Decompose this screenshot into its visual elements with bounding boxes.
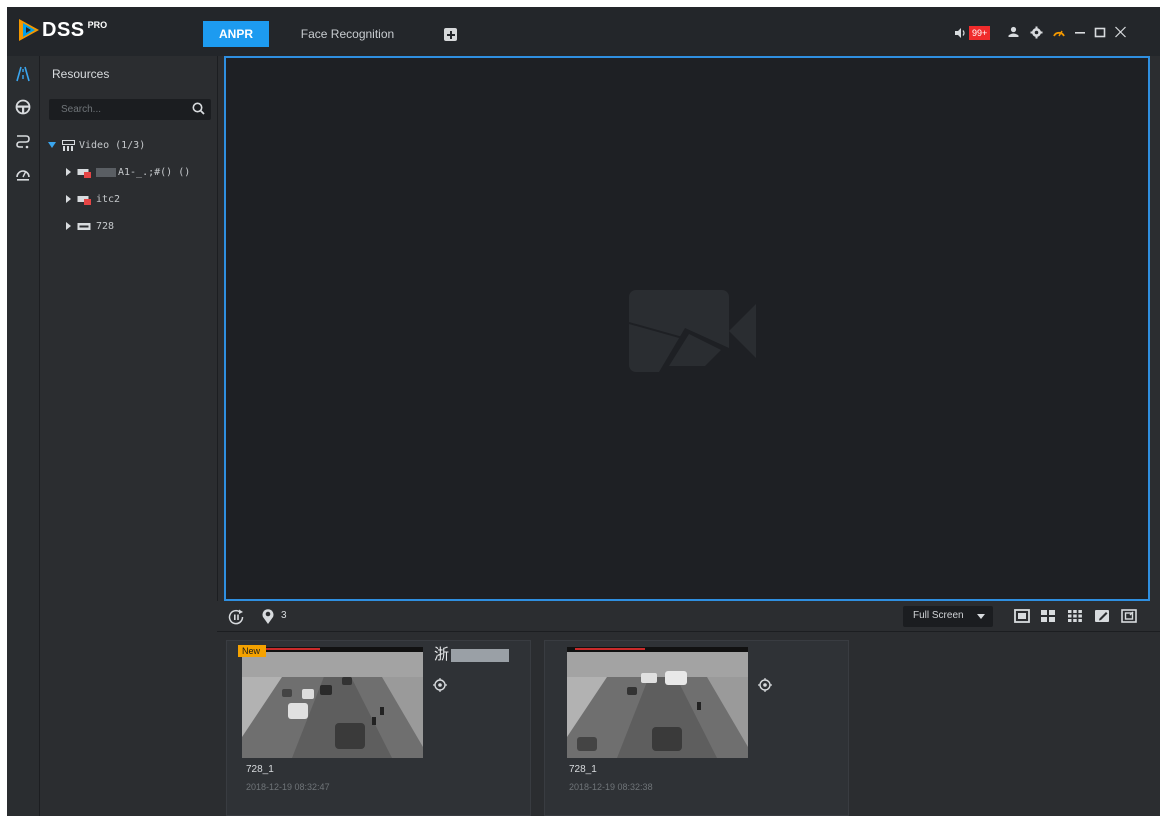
video-group-icon [62, 139, 75, 151]
speed-gauge-icon [16, 170, 30, 181]
user-icon[interactable] [1007, 26, 1020, 39]
capture-channel-name: 728_1 [569, 764, 597, 775]
collapse-arrow-icon[interactable] [66, 222, 71, 230]
tree-node-device-2[interactable]: itc2 [66, 191, 120, 207]
sidebar-item-speed[interactable] [13, 164, 33, 184]
overlay-caption [575, 648, 645, 650]
tree-node-device-3[interactable]: 728 [66, 218, 114, 234]
add-tab-button[interactable] [444, 28, 457, 41]
control-bar: 3 Full Screen [217, 601, 1160, 632]
logo-icon [19, 19, 39, 41]
video-placeholder-icon [629, 290, 756, 372]
left-nav-rail [7, 56, 40, 816]
search-icon[interactable] [192, 102, 205, 116]
logo-superscript: PRO [87, 20, 108, 30]
capture-card[interactable]: New 浙 728_1 2018-12-19 08:32:47 [226, 640, 531, 816]
tab-anpr[interactable]: ANPR [203, 21, 269, 47]
search-box [49, 99, 211, 120]
maximize-icon[interactable] [1094, 26, 1106, 39]
fullscreen-icon [1121, 609, 1137, 623]
steering-wheel-icon [15, 99, 31, 115]
route-icon [16, 135, 30, 149]
location-pin-icon[interactable] [261, 608, 275, 625]
new-badge: New [238, 645, 267, 657]
locate-icon[interactable] [758, 678, 772, 692]
capture-snapshot[interactable] [242, 647, 423, 758]
minimize-icon[interactable] [1074, 26, 1086, 39]
traffic-snapshot-image [567, 647, 748, 758]
anpr-camera-red-icon [77, 195, 91, 205]
road-view-icon [16, 66, 30, 82]
alarm-group[interactable]: 99+ [954, 23, 991, 43]
layout-4-button[interactable] [1039, 607, 1057, 625]
logo-text: DSS [42, 18, 85, 41]
tree-root-video[interactable]: Video (1/3) [48, 137, 145, 153]
collapse-arrow-icon[interactable] [66, 195, 71, 203]
masked-plate [451, 648, 510, 662]
masked-text [96, 167, 116, 177]
capture-channel-name: 728_1 [246, 764, 274, 775]
exit-fullscreen-button[interactable] [1120, 607, 1138, 625]
edit-icon [1095, 610, 1109, 622]
capture-list: New 浙 728_1 2018-12-19 08:32:47 728_1 20… [217, 632, 1160, 816]
alarm-count-badge: 99+ [969, 26, 991, 40]
capture-snapshot[interactable] [567, 647, 748, 758]
chevron-down-icon [977, 614, 985, 619]
plate-province: 浙 [434, 646, 450, 663]
search-input[interactable] [49, 99, 191, 120]
four-grid-icon [1041, 610, 1055, 622]
gear-icon[interactable] [1030, 26, 1043, 39]
speaker-icon [955, 28, 965, 38]
sidebar-item-vehicle[interactable] [13, 97, 33, 117]
tree-node-label: A1-_.;#() () [118, 166, 191, 178]
pause-refresh-icon[interactable] [228, 609, 245, 625]
pin-count: 3 [281, 610, 287, 621]
tree-node-label: 728 [96, 220, 115, 232]
capture-card[interactable]: 728_1 2018-12-19 08:32:38 [544, 640, 849, 816]
display-mode-select[interactable]: Full Screen [903, 606, 993, 627]
performance-gauge-icon[interactable] [1052, 26, 1066, 39]
edit-layout-button[interactable] [1093, 607, 1111, 625]
locate-icon[interactable] [433, 678, 447, 692]
anpr-camera-red-icon [77, 168, 91, 178]
video-window[interactable] [224, 56, 1150, 601]
resources-panel: Resources Video (1/3) [40, 56, 218, 816]
nvr-device-icon [77, 222, 91, 230]
plate-number: 浙 [434, 643, 510, 664]
title-bar: DSS PRO ANPR Face Recognition 99+ [7, 7, 1160, 56]
tree-root-label: Video (1/3) [79, 139, 146, 151]
capture-timestamp: 2018-12-19 08:32:38 [569, 782, 653, 792]
close-icon[interactable] [1114, 25, 1127, 39]
sidebar-item-road-view[interactable] [13, 64, 33, 84]
app-logo: DSS PRO [19, 17, 107, 43]
nine-grid-icon [1068, 610, 1082, 622]
tree-node-device-1[interactable]: A1-_.;#() () [66, 164, 190, 180]
expand-arrow-icon[interactable] [48, 142, 56, 148]
app-window: DSS PRO ANPR Face Recognition 99+ Resour… [7, 7, 1160, 816]
tab-face-recognition[interactable]: Face Recognition [290, 21, 405, 47]
collapse-arrow-icon[interactable] [66, 168, 71, 176]
display-mode-value: Full Screen [913, 610, 964, 621]
sidebar-item-route[interactable] [13, 131, 33, 151]
capture-timestamp: 2018-12-19 08:32:47 [246, 782, 330, 792]
layout-9-button[interactable] [1066, 607, 1084, 625]
layout-1-button[interactable] [1013, 607, 1031, 625]
tree-node-label: itc2 [96, 193, 121, 205]
single-window-icon [1014, 609, 1030, 623]
traffic-snapshot-image [242, 647, 423, 758]
resources-title: Resources [52, 67, 110, 81]
